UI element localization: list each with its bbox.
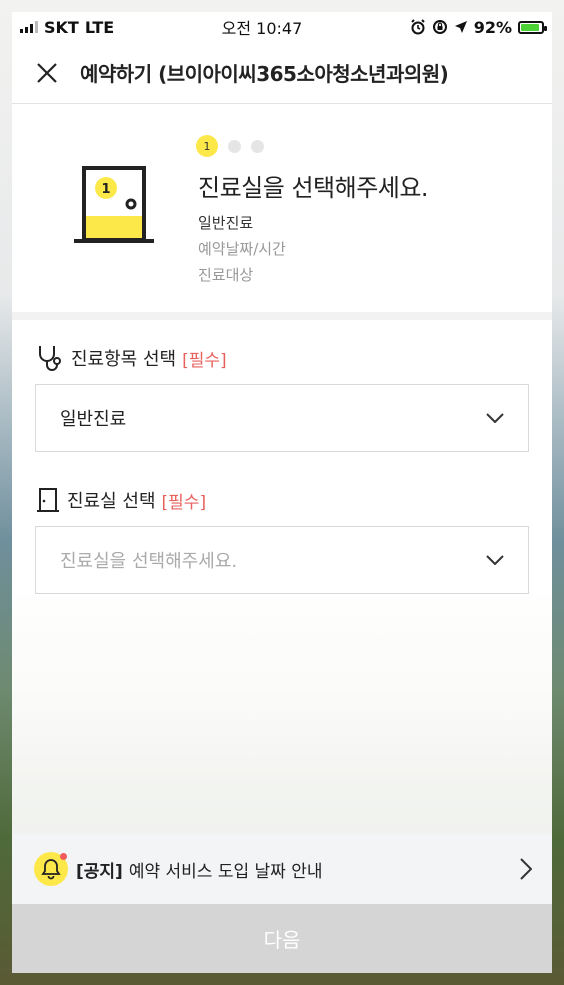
battery-icon: [517, 20, 547, 34]
notice-message: 예약 서비스 도입 날짜 안내: [128, 861, 323, 882]
status-bar: SKT LTE 오전 10:47 92%: [12, 12, 552, 42]
bell-icon: [34, 852, 68, 886]
step-indicator: 1: [196, 135, 264, 157]
door-icon: [37, 488, 59, 512]
location-arrow-icon: [454, 21, 467, 33]
battery-fill: [520, 23, 540, 31]
chevron-down-icon: [486, 555, 504, 565]
step-dot-active: 1: [196, 135, 218, 157]
treatment-select[interactable]: 일반진료: [35, 384, 529, 452]
step-section: 1 1 진료실을 선택해주세요. 일반진료 예약날짜/시간 진료대상: [12, 104, 552, 320]
close-icon: [37, 62, 57, 83]
room-label: 진료실 선택 [필수]: [35, 482, 529, 518]
header: 예약하기 (브이아이씨365소아청소년과의원): [12, 42, 552, 104]
status-right: 92%: [410, 17, 547, 37]
chevron-right-icon: [520, 858, 532, 880]
step-dot: [251, 139, 264, 153]
notice-banner[interactable]: [공지] 예약 서비스 도입 날짜 안내: [12, 834, 552, 904]
notice-text: [공지] 예약 서비스 도입 날짜 안내: [76, 857, 520, 882]
notification-dot: [60, 853, 67, 860]
room-select[interactable]: 진료실을 선택해주세요.: [35, 526, 529, 594]
app-screen: SKT LTE 오전 10:47 92% 예약하기 (브이아이씨365소아청소년…: [12, 12, 552, 973]
step-item-current: 일반진료: [198, 214, 254, 232]
reservation-form: 진료항목 선택 [필수] 일반진료 진료실 선택 [필수] 진료실을 선택해주세…: [12, 320, 552, 594]
network-label: LTE: [84, 17, 115, 37]
rotation-lock-icon: [432, 20, 447, 34]
signal-icon: [20, 21, 38, 33]
stethoscope-icon: [39, 346, 61, 371]
step-item: 진료대상: [198, 266, 254, 284]
required-badge: [필수]: [182, 350, 227, 371]
alarm-icon: [410, 19, 425, 35]
required-badge: [필수]: [161, 492, 207, 513]
step-item: 예약날짜/시간: [198, 240, 286, 258]
chevron-down-icon: [486, 413, 504, 423]
next-button[interactable]: 다음: [12, 904, 552, 973]
step-list: 일반진료 예약날짜/시간 진료대상: [198, 210, 286, 288]
status-time: 오전 10:47: [221, 19, 303, 38]
svg-text:1: 1: [101, 182, 110, 197]
page-title: 예약하기 (브이아이씨365소아청소년과의원): [80, 62, 449, 86]
treatment-label-text: 진료항목 선택: [71, 349, 177, 370]
treatment-label: 진료항목 선택 [필수]: [35, 340, 529, 376]
status-left: SKT LTE: [20, 18, 114, 37]
room-select-placeholder: 진료실을 선택해주세요.: [60, 551, 238, 572]
door-illustration-icon: 1: [74, 166, 154, 243]
room-label-text: 진료실 선택: [67, 491, 156, 512]
close-button[interactable]: [24, 50, 70, 96]
carrier-label: SKT: [44, 17, 79, 37]
step-title: 진료실을 선택해주세요.: [198, 174, 429, 202]
notice-tag: [공지]: [76, 861, 123, 882]
battery-percent: 92%: [473, 17, 512, 37]
step-dot: [228, 139, 241, 153]
treatment-select-value: 일반진료: [60, 409, 127, 430]
